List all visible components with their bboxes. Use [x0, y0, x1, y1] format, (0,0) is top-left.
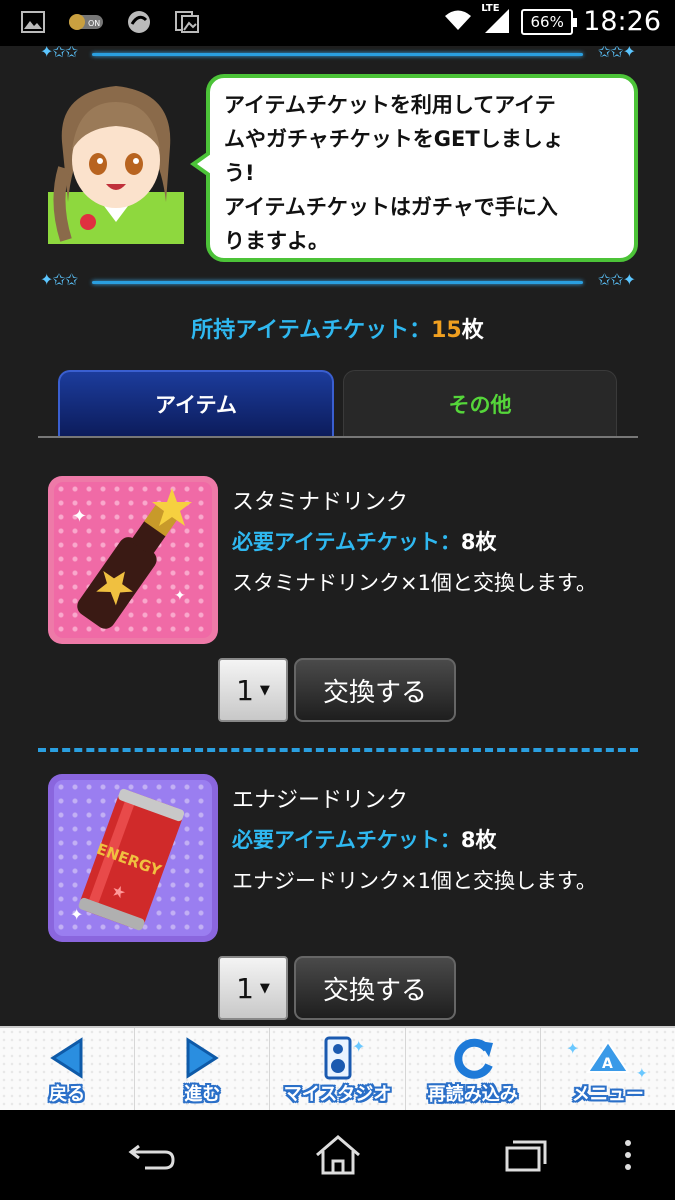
- android-back-button[interactable]: [122, 1128, 182, 1182]
- required-value: 8枚: [460, 828, 497, 852]
- speech-text: アイテムチケットを利用してアイテ ムやガチャチケットをGETしましょ う! アイ…: [224, 93, 564, 253]
- item-name: エナジードリンク: [232, 788, 409, 813]
- android-home-button[interactable]: [308, 1128, 368, 1182]
- owned-ticket-unit: 枚: [461, 318, 484, 343]
- android-home-icon: [316, 1135, 360, 1175]
- tab-items[interactable]: アイテム: [58, 370, 334, 436]
- character-avatar: [48, 72, 184, 244]
- menu-logo-icon: ✦ A ✦: [541, 1034, 675, 1082]
- android-recent-icon: [505, 1140, 547, 1172]
- quantity-value: 1: [236, 971, 254, 1005]
- exchange-button[interactable]: 交換する: [294, 956, 456, 1020]
- battery-level: 66%: [530, 12, 564, 31]
- speech-bubble-tail-inner: [197, 154, 211, 174]
- item-required-tickets: 必要アイテムチケット：8枚: [232, 526, 497, 556]
- nav-menu-button[interactable]: ✦ A ✦ メニュー: [540, 1028, 675, 1112]
- android-back-icon: [128, 1144, 175, 1170]
- top-decoration: ✦✩✩ ✩✩✦: [40, 46, 636, 61]
- item-card-energy: ENERGY ★ ✦ エナジードリンク 必要アイテムチケット：8枚 エナジードリ…: [0, 774, 675, 1026]
- nav-reload-button[interactable]: 再読み込み: [405, 1028, 541, 1112]
- nav-menu-label: メニュー: [571, 1084, 644, 1105]
- nav-forward-label: 進む: [184, 1084, 221, 1105]
- overflow-menu-icon: [625, 1140, 631, 1170]
- dropdown-arrow-icon: ▼: [259, 682, 270, 698]
- item-required-tickets: 必要アイテムチケット：8枚: [232, 824, 497, 854]
- clock: 18:26: [583, 6, 661, 37]
- item-card-stamina: ✦ ✦ スタミナドリンク 必要アイテムチケット：8枚 スタミナドリンク×1個と交…: [0, 476, 675, 746]
- svg-text:ON: ON: [88, 19, 100, 28]
- android-overflow-button[interactable]: [608, 1128, 648, 1182]
- quantity-value: 1: [236, 673, 254, 707]
- quantity-select[interactable]: 1 ▼: [218, 658, 288, 722]
- game-bottom-nav: 戻る 進む ✦ マイスタジオ 再読み込み ✦ A ✦ メニュー: [0, 1026, 675, 1112]
- quantity-select[interactable]: 1 ▼: [218, 956, 288, 1020]
- required-value: 8枚: [460, 530, 497, 554]
- image-icon: [20, 9, 46, 35]
- android-nav-bar: [0, 1110, 675, 1200]
- signal-icon: LTE: [481, 3, 511, 37]
- owned-ticket-label: 所持アイテムチケット：: [191, 318, 432, 343]
- status-bar: ON LTE 66% 18:26: [0, 0, 675, 46]
- app-content[interactable]: ✦✩✩ ✩✩✦ アイテムチケットを利用してアイテ ムやガチャチケットをGETしま…: [0, 46, 675, 1026]
- toggle-on-icon: ON: [68, 9, 104, 35]
- battery-icon: 66%: [521, 8, 578, 35]
- tab-bar: アイテム その他: [38, 370, 638, 438]
- bottom-decoration: ✦✩✩ ✩✩✦: [40, 270, 636, 289]
- svg-text:✦: ✦: [566, 1039, 579, 1058]
- exchange-button[interactable]: 交換する: [294, 658, 456, 722]
- owned-ticket-count: 所持アイテムチケット：15枚: [0, 312, 675, 344]
- speaker-icon: ✦: [270, 1034, 404, 1082]
- sync-icon: [126, 9, 152, 35]
- required-label: 必要アイテムチケット：: [232, 828, 461, 852]
- nav-forward-button[interactable]: 進む: [135, 1028, 271, 1112]
- nav-my-studio-button[interactable]: ✦ マイスタジオ: [270, 1028, 406, 1112]
- nav-reload-label: 再読み込み: [427, 1084, 518, 1105]
- nav-my-studio-label: マイスタジオ: [283, 1084, 392, 1105]
- network-type: LTE: [481, 2, 500, 14]
- android-recent-button[interactable]: [496, 1128, 556, 1182]
- wifi-icon: [443, 8, 473, 36]
- back-arrow-icon: [0, 1034, 134, 1082]
- item-name: スタミナドリンク: [232, 490, 409, 515]
- svg-text:✦: ✦: [352, 1037, 365, 1056]
- item-separator: [38, 748, 638, 752]
- svg-text:A: A: [602, 1056, 613, 1072]
- tab-other[interactable]: その他: [343, 370, 617, 436]
- forward-arrow-icon: [135, 1034, 269, 1082]
- item-description: エナジードリンク×1個と交換します。: [232, 869, 597, 893]
- speech-bubble: アイテムチケットを利用してアイテ ムやガチャチケットをGETしましょ う! アイ…: [206, 74, 638, 262]
- owned-ticket-value: 15: [431, 318, 462, 343]
- svg-text:✦: ✦: [174, 588, 186, 604]
- stamina-drink-icon: ✦ ✦: [48, 476, 218, 644]
- item-description: スタミナドリンク×1個と交換します。: [232, 571, 597, 595]
- nav-back-label: 戻る: [49, 1084, 86, 1105]
- svg-text:✦: ✦: [72, 506, 87, 527]
- required-label: 必要アイテムチケット：: [232, 530, 461, 554]
- dropdown-arrow-icon: ▼: [259, 980, 270, 996]
- energy-drink-icon: ENERGY ★ ✦: [48, 774, 218, 942]
- nav-back-button[interactable]: 戻る: [0, 1028, 136, 1112]
- svg-text:✦: ✦: [70, 905, 83, 924]
- reload-icon: [406, 1034, 540, 1082]
- photos-icon: [174, 9, 200, 35]
